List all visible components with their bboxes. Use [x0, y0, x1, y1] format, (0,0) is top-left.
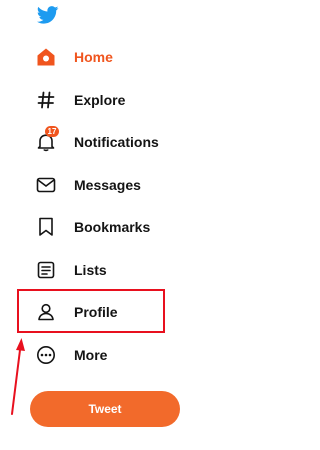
- tweet-button[interactable]: Tweet: [30, 391, 180, 427]
- nav-item-messages[interactable]: Messages: [30, 166, 180, 204]
- nav-label-home: Home: [74, 49, 113, 65]
- twitter-bird-icon[interactable]: [36, 6, 59, 24]
- nav-label-explore: Explore: [74, 92, 126, 108]
- envelope-icon: [35, 174, 57, 196]
- nav-item-more[interactable]: More: [30, 336, 180, 374]
- nav-item-lists[interactable]: Lists: [30, 251, 180, 289]
- nav-label-notifications: Notifications: [74, 134, 159, 150]
- list-icon: [35, 259, 57, 281]
- nav-label-bookmarks: Bookmarks: [74, 219, 151, 235]
- nav-label-more: More: [74, 347, 108, 363]
- home-icon: [35, 46, 57, 68]
- nav-label-lists: Lists: [74, 262, 107, 278]
- bookmark-icon: [35, 216, 57, 238]
- bell-icon: 17: [35, 126, 59, 153]
- sidebar: Home Explore 17 Notifications Messages B…: [0, 0, 205, 450]
- profile-highlight-box: [17, 289, 165, 333]
- more-circle-icon: [35, 344, 57, 366]
- nav-item-bookmarks[interactable]: Bookmarks: [30, 208, 180, 246]
- nav-item-home[interactable]: Home: [30, 38, 180, 76]
- notification-count-badge: 17: [45, 126, 59, 137]
- hashtag-icon: [35, 89, 57, 111]
- nav-item-notifications[interactable]: 17 Notifications: [30, 123, 180, 161]
- nav-label-messages: Messages: [74, 177, 141, 193]
- nav-item-explore[interactable]: Explore: [30, 81, 180, 119]
